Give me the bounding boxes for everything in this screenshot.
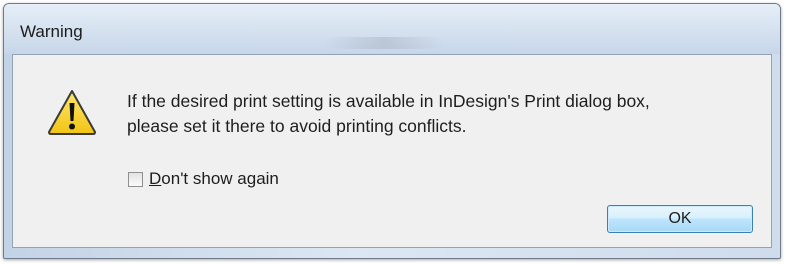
dont-show-again-access-key: D [149, 169, 162, 188]
dont-show-again-label-text: on't show again [161, 169, 279, 188]
warning-message-line-1: If the desired print setting is availabl… [127, 91, 650, 111]
warning-icon [48, 90, 96, 135]
ok-button[interactable]: OK [607, 205, 753, 233]
warning-message-line-2: please set it there to avoid printing co… [127, 116, 467, 136]
dont-show-again-checkbox[interactable] [128, 171, 143, 187]
dont-show-again-option[interactable]: Don't show again [128, 168, 279, 190]
window-title: Warning [20, 22, 83, 41]
warning-dialog-window: Warning If the desired print setting is … [3, 3, 781, 259]
title-bar-background-blur [324, 37, 444, 49]
warning-message: If the desired print setting is availabl… [127, 89, 757, 139]
title-bar[interactable]: Warning [4, 4, 780, 54]
dialog-content: If the desired print setting is availabl… [12, 54, 772, 248]
dont-show-again-label[interactable]: Don't show again [149, 169, 279, 189]
